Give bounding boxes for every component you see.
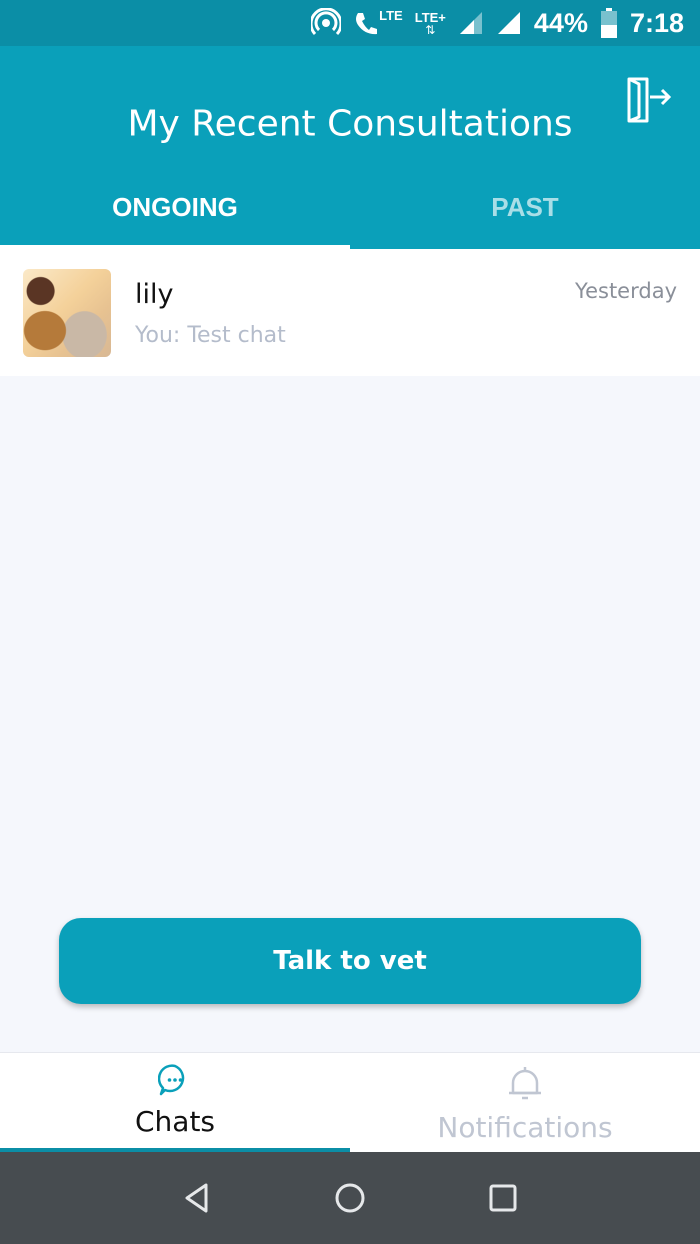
tab-ongoing[interactable]: ONGOING xyxy=(0,166,350,249)
nav-notifications[interactable]: Notifications xyxy=(350,1053,700,1152)
system-navigation-bar xyxy=(0,1152,700,1244)
back-button[interactable] xyxy=(167,1168,227,1228)
lte-plus-data-icon: LTE+ ⇅ xyxy=(414,9,446,37)
hotspot-icon xyxy=(311,8,342,38)
lte-plus-label: LTE+ xyxy=(414,9,446,25)
bell-icon xyxy=(509,1067,541,1100)
signal-icon-2 xyxy=(496,10,522,36)
home-button[interactable] xyxy=(320,1168,380,1228)
bottom-navigation: Chats Notifications xyxy=(0,1052,700,1152)
lte-label: LTE xyxy=(379,7,403,23)
avatar xyxy=(23,269,111,357)
page-title: My Recent Consultations xyxy=(127,103,573,145)
logout-icon xyxy=(627,77,672,123)
battery-icon xyxy=(600,8,618,38)
clock: 7:18 xyxy=(629,7,684,38)
app-header: My Recent Consultations ONGOING PAST xyxy=(0,46,700,249)
recents-button[interactable] xyxy=(473,1168,533,1228)
logout-button[interactable] xyxy=(622,74,674,126)
nav-notifications-label: Notifications xyxy=(437,1111,613,1144)
back-triangle-icon xyxy=(185,1183,208,1213)
volte-call-icon: LTE xyxy=(353,7,403,37)
home-circle-icon xyxy=(335,1183,365,1213)
consultation-tabs: ONGOING PAST xyxy=(0,166,700,249)
status-bar: LTE LTE+ ⇅ 44% 7:18 xyxy=(0,0,700,46)
chat-timestamp: Yesterday xyxy=(575,279,677,303)
recents-square-icon xyxy=(489,1184,517,1212)
tab-past[interactable]: PAST xyxy=(350,166,700,249)
chat-contact-name: lily xyxy=(135,279,174,310)
talk-to-vet-button[interactable]: Talk to vet xyxy=(59,918,641,1004)
chat-list-item[interactable]: lily You: Test chat Yesterday xyxy=(0,249,700,376)
nav-chats-label: Chats xyxy=(134,1105,216,1138)
nav-chats[interactable]: Chats xyxy=(0,1053,350,1152)
chat-last-message: You: Test chat xyxy=(135,323,286,348)
chat-bubble-icon xyxy=(158,1064,185,1096)
battery-percent: 44% xyxy=(533,7,588,38)
chat-list: lily You: Test chat Yesterday xyxy=(0,249,700,376)
signal-icon-1 xyxy=(458,10,484,36)
